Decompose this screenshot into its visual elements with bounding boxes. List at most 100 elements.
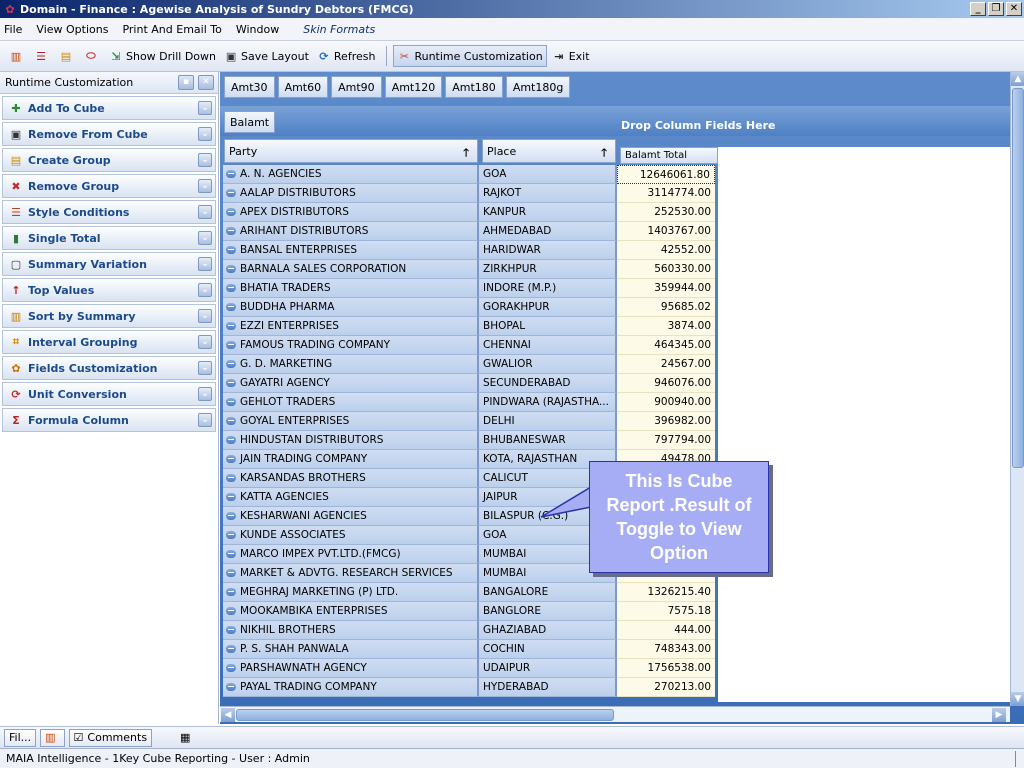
style-toggle-button[interactable]: ▤ (56, 45, 79, 67)
collapse-icon[interactable] (226, 455, 236, 463)
dock-button[interactable]: ▦ (176, 729, 198, 747)
chevron-down-icon[interactable]: ⌄ (198, 179, 212, 193)
table-row[interactable]: PAYAL TRADING COMPANY HYDERABAD 270213.00 (223, 678, 719, 697)
field-chip-amt60[interactable]: Amt60 (277, 76, 329, 98)
panel-item-summary-variation[interactable]: ▢ Summary Variation ⌄ (2, 252, 216, 276)
panel-item-add-to-cube[interactable]: ✚ Add To Cube ⌄ (2, 96, 216, 120)
cell-place[interactable]: GOA (479, 165, 617, 184)
collapse-icon[interactable] (226, 189, 236, 197)
collapse-icon[interactable] (226, 569, 236, 577)
cell-party[interactable]: NIKHIL BROTHERS (223, 621, 479, 640)
cell-place[interactable]: PINDWARA (RAJASTHA... (479, 393, 617, 412)
cell-party[interactable]: FAMOUS TRADING COMPANY (223, 336, 479, 355)
collapse-icon[interactable] (226, 246, 236, 254)
chevron-down-icon[interactable]: ⌄ (198, 387, 212, 401)
scroll-left-icon[interactable]: ◀ (221, 708, 235, 722)
cell-balamt[interactable]: 3114774.00 (617, 184, 715, 203)
cell-balamt[interactable]: 1756538.00 (617, 659, 715, 678)
table-row[interactable]: ARIHANT DISTRIBUTORS AHMEDABAD 1403767.00 (223, 222, 719, 241)
shape-button[interactable]: ⬭ (81, 45, 104, 67)
cell-balamt[interactable]: 946076.00 (617, 374, 715, 393)
table-row[interactable]: GAYATRI AGENCY SECUNDERABAD 946076.00 (223, 374, 719, 393)
panel-item-remove-group[interactable]: ✖ Remove Group ⌄ (2, 174, 216, 198)
horizontal-scroll-thumb[interactable] (236, 709, 614, 721)
cell-balamt[interactable]: 24567.00 (617, 355, 715, 374)
cell-party[interactable]: A. N. AGENCIES (223, 165, 479, 184)
cell-place[interactable]: COCHIN (479, 640, 617, 659)
table-row[interactable]: EZZI ENTERPRISES BHOPAL 3874.00 (223, 317, 719, 336)
pin-icon[interactable]: ▪ (178, 75, 194, 90)
header-place[interactable]: Place 🡑 (482, 139, 616, 163)
table-row[interactable]: BUDDHA PHARMA GORAKHPUR 95685.02 (223, 298, 719, 317)
cell-balamt[interactable]: 252530.00 (617, 203, 715, 222)
collapse-icon[interactable] (226, 303, 236, 311)
tab-fil[interactable]: Fil... (4, 728, 37, 747)
table-row[interactable]: HINDUSTAN DISTRIBUTORS BHUBANESWAR 797794.… (223, 431, 719, 450)
table-row[interactable]: GEHLOT TRADERS PINDWARA (RAJASTHA... 90094… (223, 393, 719, 412)
cell-party[interactable]: AALAP DISTRIBUTORS (223, 184, 479, 203)
cell-balamt[interactable]: 900940.00 (617, 393, 715, 412)
table-row[interactable]: MEGHRAJ MARKETING (P) LTD. BANGALORE 13262… (223, 583, 719, 602)
menu-window[interactable]: Window (236, 23, 279, 36)
collapse-icon[interactable] (226, 550, 236, 558)
collapse-icon[interactable] (226, 493, 236, 501)
collapse-icon[interactable] (226, 664, 236, 672)
scroll-down-icon[interactable]: ▼ (1011, 692, 1024, 706)
collapse-icon[interactable] (226, 284, 236, 292)
cell-place[interactable]: HARIDWAR (479, 241, 617, 260)
field-chip-amt30[interactable]: Amt30 (224, 76, 275, 98)
cell-party[interactable]: GOYAL ENTERPRISES (223, 412, 479, 431)
table-row[interactable]: P. S. SHAH PANWALA COCHIN 748343.00 (223, 640, 719, 659)
chevron-down-icon[interactable]: ⌄ (198, 335, 212, 349)
chart-toggle-button[interactable]: ▥ (6, 45, 29, 67)
cell-party[interactable]: HINDUSTAN DISTRIBUTORS (223, 431, 479, 450)
panel-item-single-total[interactable]: ▮ Single Total ⌄ (2, 226, 216, 250)
cell-party[interactable]: MARCO IMPEX PVT.LTD.(FMCG) (223, 545, 479, 564)
list-toggle-button[interactable]: ☰ (31, 45, 54, 67)
cell-balamt[interactable]: 42552.00 (617, 241, 715, 260)
cell-party[interactable]: BHATIA TRADERS (223, 279, 479, 298)
cell-party[interactable]: EZZI ENTERPRISES (223, 317, 479, 336)
collapse-icon[interactable] (226, 645, 236, 653)
minimize-button[interactable]: _ (970, 2, 986, 16)
panel-item-fields-customization[interactable]: ✿ Fields Customization ⌄ (2, 356, 216, 380)
panel-item-interval-grouping[interactable]: ⌗ Interval Grouping ⌄ (2, 330, 216, 354)
collapse-icon[interactable] (226, 170, 236, 178)
table-row[interactable]: APEX DISTRIBUTORS KANPUR 252530.00 (223, 203, 719, 222)
field-chip-amt90[interactable]: Amt90 (331, 76, 382, 98)
cell-place[interactable]: BANGALORE (479, 583, 617, 602)
vertical-scroll-thumb[interactable] (1012, 88, 1024, 468)
menu-file[interactable]: File (4, 23, 22, 36)
cell-balamt[interactable]: 359944.00 (617, 279, 715, 298)
cell-place[interactable]: BHOPAL (479, 317, 617, 336)
cell-party[interactable]: ARIHANT DISTRIBUTORS (223, 222, 479, 241)
cell-place[interactable]: GORAKHPUR (479, 298, 617, 317)
table-row[interactable]: BARNALA SALES CORPORATION ZIRKHPUR 560330.… (223, 260, 719, 279)
cell-place[interactable]: AHMEDABAD (479, 222, 617, 241)
table-row[interactable]: G. D. MARKETING GWALIOR 24567.00 (223, 355, 719, 374)
collapse-icon[interactable] (226, 474, 236, 482)
collapse-icon[interactable] (226, 607, 236, 615)
cell-place[interactable]: BANGLORE (479, 602, 617, 621)
cell-place[interactable]: HYDERABAD (479, 678, 617, 697)
collapse-icon[interactable] (226, 417, 236, 425)
collapse-icon[interactable] (226, 208, 236, 216)
chevron-down-icon[interactable]: ⌄ (198, 413, 212, 427)
collapse-icon[interactable] (226, 341, 236, 349)
exit-button[interactable]: ⇥ Exit (549, 45, 593, 67)
menu-skin-formats[interactable]: Skin Formats (303, 23, 375, 36)
cell-place[interactable]: RAJKOT (479, 184, 617, 203)
collapse-icon[interactable] (226, 398, 236, 406)
chevron-down-icon[interactable]: ⌄ (198, 101, 212, 115)
cell-party[interactable]: BUDDHA PHARMA (223, 298, 479, 317)
header-party[interactable]: Party 🡑 (224, 139, 478, 163)
cell-place[interactable]: ZIRKHPUR (479, 260, 617, 279)
field-chip-amt120[interactable]: Amt120 (384, 76, 443, 98)
cell-party[interactable]: KESHARWANI AGENCIES (223, 507, 479, 526)
field-chip-amt180[interactable]: Amt180 (445, 76, 503, 98)
cell-party[interactable]: BARNALA SALES CORPORATION (223, 260, 479, 279)
scroll-up-icon[interactable]: ▲ (1011, 72, 1024, 86)
cell-party[interactable]: GAYATRI AGENCY (223, 374, 479, 393)
table-row[interactable]: BHATIA TRADERS INDORE (M.P.) 359944.00 (223, 279, 719, 298)
panel-item-formula-column[interactable]: Σ Formula Column ⌄ (2, 408, 216, 432)
